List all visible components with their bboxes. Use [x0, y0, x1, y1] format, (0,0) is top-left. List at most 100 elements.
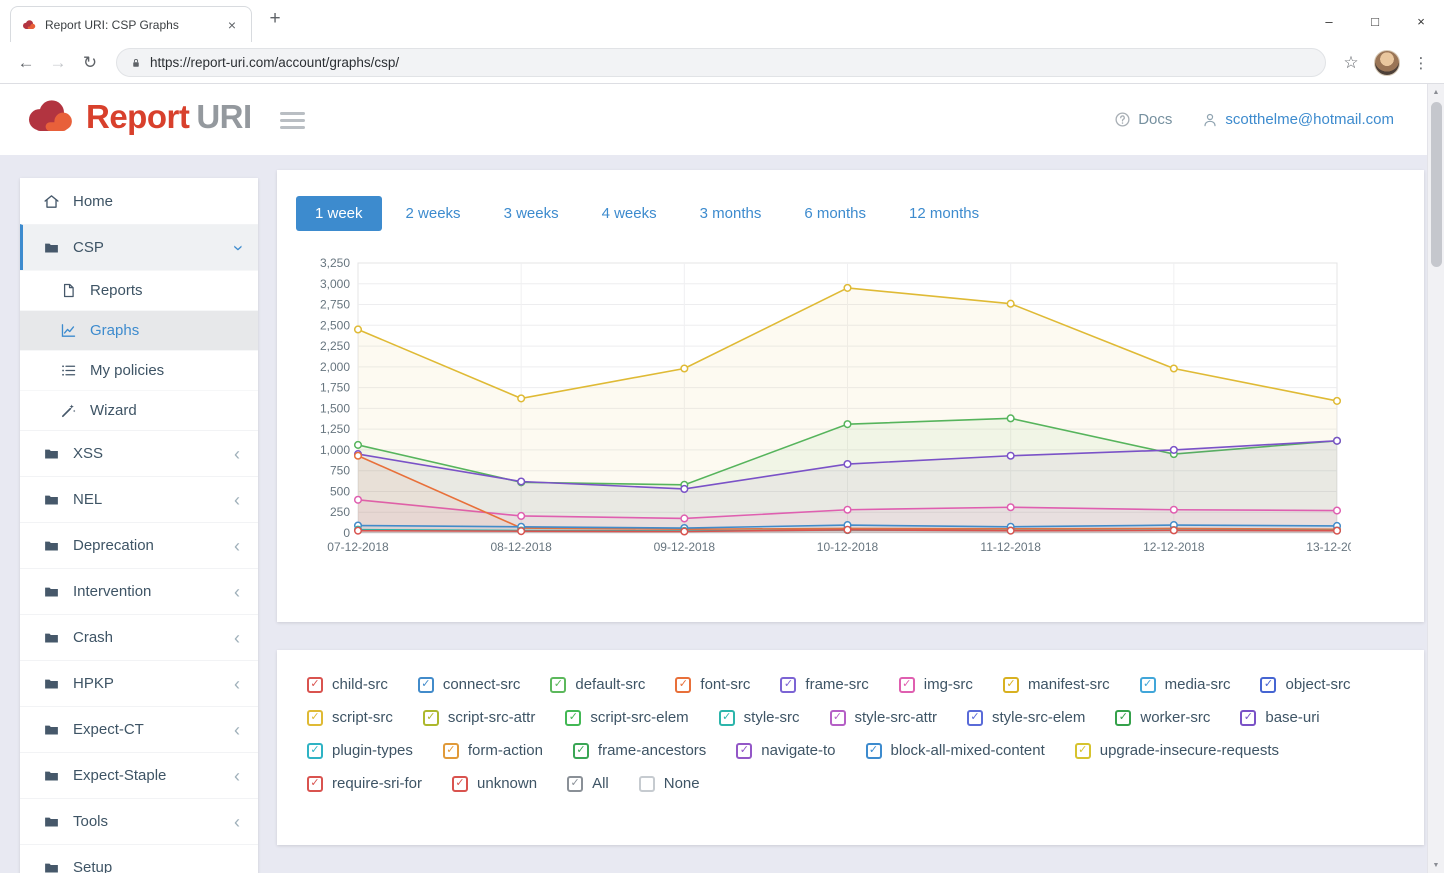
checkbox-checked-icon[interactable]: ✓ — [565, 710, 581, 726]
back-button[interactable]: ← — [12, 53, 40, 73]
url-field[interactable]: https://report-uri.com/account/graphs/cs… — [116, 48, 1326, 77]
legend-checkbox-style-src-attr[interactable]: ✓style-src-attr — [830, 709, 938, 726]
sidebar-item-reports[interactable]: Reports — [20, 270, 258, 310]
range-tab-3-months[interactable]: 3 months — [681, 196, 781, 231]
sidebar-item-hpkp[interactable]: HPKP‹ — [20, 660, 258, 706]
legend-checkbox-default-src[interactable]: ✓default-src — [550, 676, 645, 693]
legend-checkbox-font-src[interactable]: ✓font-src — [675, 676, 750, 693]
checkbox-checked-icon[interactable]: ✓ — [1260, 677, 1276, 693]
minimize-button[interactable]: – — [1306, 0, 1352, 42]
maximize-button[interactable]: □ — [1352, 0, 1398, 42]
scroll-thumb[interactable] — [1431, 102, 1442, 267]
sidebar-item-wizard[interactable]: Wizard — [20, 390, 258, 430]
checkbox-checked-icon[interactable]: ✓ — [1140, 677, 1156, 693]
legend-checkbox-img-src[interactable]: ✓img-src — [899, 676, 973, 693]
legend-checkbox-style-src[interactable]: ✓style-src — [719, 709, 800, 726]
sidebar-item-tools[interactable]: Tools‹ — [20, 798, 258, 844]
checkbox-checked-icon[interactable]: ✓ — [443, 743, 459, 759]
sidebar-item-setup[interactable]: Setup — [20, 844, 258, 873]
checkbox-checked-icon[interactable]: ✓ — [1240, 710, 1256, 726]
checkbox-checked-icon[interactable]: ✓ — [780, 677, 796, 693]
legend-checkbox-plugin-types[interactable]: ✓plugin-types — [307, 742, 413, 759]
checkbox-checked-icon[interactable]: ✓ — [866, 743, 882, 759]
checkbox-checked-icon[interactable]: ✓ — [719, 710, 735, 726]
account-menu[interactable]: scotthelme@hotmail.com — [1202, 111, 1394, 128]
scroll-down-icon[interactable]: ▼ — [1428, 857, 1444, 873]
bookmark-star-icon[interactable]: ☆ — [1338, 53, 1364, 73]
chevron-left-icon: ‹ — [234, 583, 240, 601]
checkbox-checked-icon[interactable]: ✓ — [307, 710, 323, 726]
sidebar-item-xss[interactable]: XSS‹ — [20, 430, 258, 476]
checkbox-checked-icon[interactable]: ✓ — [736, 743, 752, 759]
legend-checkbox-style-src-elem[interactable]: ✓style-src-elem — [967, 709, 1085, 726]
legend-checkbox-frame-ancestors[interactable]: ✓frame-ancestors — [573, 742, 706, 759]
close-button[interactable]: × — [1398, 0, 1444, 42]
checkbox-checked-icon[interactable]: ✓ — [452, 776, 468, 792]
legend-checkbox-child-src[interactable]: ✓child-src — [307, 676, 388, 693]
page-scrollbar[interactable]: ▲ ▼ — [1427, 84, 1444, 873]
range-tab-6-months[interactable]: 6 months — [785, 196, 885, 231]
checkbox-checked-icon[interactable]: ✓ — [1003, 677, 1019, 693]
legend-checkbox-upgrade-insecure-requests[interactable]: ✓upgrade-insecure-requests — [1075, 742, 1279, 759]
profile-avatar[interactable] — [1374, 50, 1400, 76]
sidebar-item-deprecation[interactable]: Deprecation‹ — [20, 522, 258, 568]
legend-checkbox-connect-src[interactable]: ✓connect-src — [418, 676, 521, 693]
checkbox-checked-icon[interactable]: ✓ — [567, 776, 583, 792]
tab-close-icon[interactable]: × — [223, 17, 241, 33]
range-tab-4-weeks[interactable]: 4 weeks — [583, 196, 676, 231]
checkbox-checked-icon[interactable]: ✓ — [830, 710, 846, 726]
legend-checkbox-unknown[interactable]: ✓unknown — [452, 775, 537, 792]
sidebar-item-expect-staple[interactable]: Expect-Staple‹ — [20, 752, 258, 798]
checkbox-checked-icon[interactable]: ✓ — [1075, 743, 1091, 759]
range-tab-2-weeks[interactable]: 2 weeks — [387, 196, 480, 231]
range-tab-12-months[interactable]: 12 months — [890, 196, 998, 231]
sidebar-item-nel[interactable]: NEL‹ — [20, 476, 258, 522]
checkbox-checked-icon[interactable]: ✓ — [967, 710, 983, 726]
checkbox-unchecked-icon[interactable] — [639, 776, 655, 792]
legend-checkbox-base-uri[interactable]: ✓base-uri — [1240, 709, 1319, 726]
legend-checkbox-block-all-mixed-content[interactable]: ✓block-all-mixed-content — [866, 742, 1045, 759]
checkbox-checked-icon[interactable]: ✓ — [307, 776, 323, 792]
scroll-up-icon[interactable]: ▲ — [1428, 84, 1444, 100]
checkbox-checked-icon[interactable]: ✓ — [1115, 710, 1131, 726]
legend-checkbox-none[interactable]: None — [639, 775, 700, 792]
sidebar-item-intervention[interactable]: Intervention‹ — [20, 568, 258, 614]
app-logo[interactable]: ReportURI — [22, 97, 252, 137]
sidebar-item-graphs[interactable]: Graphs — [20, 310, 258, 350]
legend-checkbox-script-src-attr[interactable]: ✓script-src-attr — [423, 709, 536, 726]
legend-checkbox-all[interactable]: ✓All — [567, 775, 609, 792]
sidebar-item-csp[interactable]: CSP‹ — [20, 224, 258, 270]
sidebar-item-home[interactable]: Home — [20, 178, 258, 224]
legend-checkbox-media-src[interactable]: ✓media-src — [1140, 676, 1231, 693]
sidebar-item-expect-ct[interactable]: Expect-CT‹ — [20, 706, 258, 752]
legend-checkbox-form-action[interactable]: ✓form-action — [443, 742, 543, 759]
checkbox-checked-icon[interactable]: ✓ — [899, 677, 915, 693]
wand-icon — [60, 402, 77, 419]
checkbox-checked-icon[interactable]: ✓ — [423, 710, 439, 726]
sidebar-item-my-policies[interactable]: My policies — [20, 350, 258, 390]
range-tab-3-weeks[interactable]: 3 weeks — [485, 196, 578, 231]
legend-checkbox-script-src-elem[interactable]: ✓script-src-elem — [565, 709, 688, 726]
checkbox-checked-icon[interactable]: ✓ — [307, 743, 323, 759]
checkbox-checked-icon[interactable]: ✓ — [307, 677, 323, 693]
menu-toggle-icon[interactable] — [280, 112, 305, 133]
sidebar-item-crash[interactable]: Crash‹ — [20, 614, 258, 660]
legend-checkbox-frame-src[interactable]: ✓frame-src — [780, 676, 868, 693]
checkbox-checked-icon[interactable]: ✓ — [550, 677, 566, 693]
new-tab-button[interactable]: + — [262, 8, 288, 30]
legend-checkbox-worker-src[interactable]: ✓worker-src — [1115, 709, 1210, 726]
browser-tab[interactable]: Report URI: CSP Graphs × — [10, 6, 252, 43]
legend-checkbox-require-sri-for[interactable]: ✓require-sri-for — [307, 775, 422, 792]
docs-link[interactable]: Docs — [1114, 111, 1172, 128]
checkbox-checked-icon[interactable]: ✓ — [418, 677, 434, 693]
checkbox-checked-icon[interactable]: ✓ — [573, 743, 589, 759]
forward-button[interactable]: → — [44, 53, 72, 73]
refresh-button[interactable]: ↻ — [76, 53, 104, 73]
legend-checkbox-navigate-to[interactable]: ✓navigate-to — [736, 742, 835, 759]
range-tab-1-week[interactable]: 1 week — [296, 196, 382, 231]
legend-checkbox-manifest-src[interactable]: ✓manifest-src — [1003, 676, 1110, 693]
browser-menu-icon[interactable]: ⋮ — [1410, 54, 1432, 72]
legend-checkbox-script-src[interactable]: ✓script-src — [307, 709, 393, 726]
checkbox-checked-icon[interactable]: ✓ — [675, 677, 691, 693]
legend-checkbox-object-src[interactable]: ✓object-src — [1260, 676, 1350, 693]
